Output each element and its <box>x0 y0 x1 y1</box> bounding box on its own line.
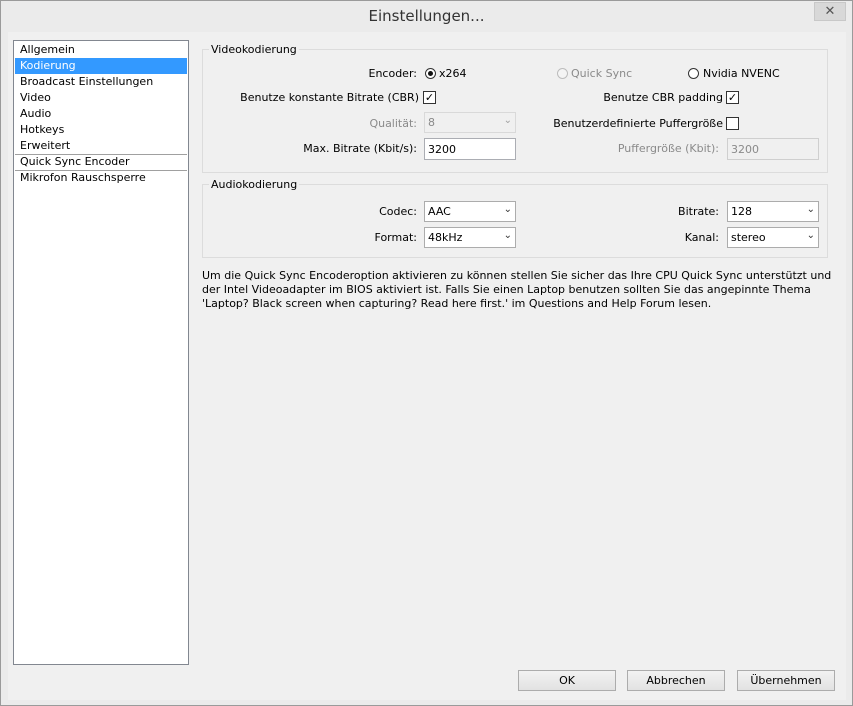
close-icon: ✕ <box>824 4 836 19</box>
buffer-size-input[interactable] <box>727 138 819 160</box>
custom-buffer-label: Benutzerdefinierte Puffergröße <box>553 117 723 130</box>
encoder-nvenc-radio[interactable] <box>688 68 699 79</box>
chevron-down-icon: ⌄ <box>806 230 815 241</box>
settings-category-list[interactable]: Allgemein Kodierung Broadcast Einstellun… <box>13 40 189 665</box>
chevron-down-icon: ⌄ <box>806 204 815 215</box>
title-bar[interactable]: Einstellungen... ✕ <box>1 1 852 32</box>
encoder-label: Encoder: <box>368 67 418 80</box>
audio-bitrate-label: Bitrate: <box>678 205 719 218</box>
sidebar-item-video[interactable]: Video <box>15 90 187 106</box>
settings-window: Einstellungen... ✕ Allgemein Kodierung B… <box>0 0 853 706</box>
sidebar-item-kodierung[interactable]: Kodierung <box>15 58 187 74</box>
video-group-title: Videokodierung <box>209 43 299 56</box>
sidebar-item-mikrofon-rauschsperre[interactable]: Mikrofon Rauschsperre <box>15 170 187 186</box>
chevron-down-icon: ⌄ <box>503 115 512 126</box>
audio-group-title: Audiokodierung <box>209 178 300 191</box>
quality-value: 8 <box>428 116 435 129</box>
sidebar-item-quick-sync-encoder[interactable]: Quick Sync Encoder <box>15 154 187 170</box>
checkmark-icon: ✓ <box>727 91 738 104</box>
quality-dropdown[interactable]: 8 ⌄ <box>424 112 516 133</box>
audio-bitrate-dropdown[interactable]: 128 ⌄ <box>727 201 819 222</box>
sidebar-item-broadcast[interactable]: Broadcast Einstellungen <box>15 74 187 90</box>
chevron-down-icon: ⌄ <box>503 230 512 241</box>
codec-label: Codec: <box>379 205 417 218</box>
codec-dropdown[interactable]: AAC ⌄ <box>424 201 516 222</box>
audio-bitrate-value: 128 <box>731 205 752 218</box>
dialog-body: Allgemein Kodierung Broadcast Einstellun… <box>8 32 846 700</box>
max-bitrate-label: Max. Bitrate (Kbit/s): <box>303 142 417 155</box>
sidebar-item-audio[interactable]: Audio <box>15 106 187 122</box>
channel-value: stereo <box>731 231 766 244</box>
ok-button[interactable]: OK <box>518 670 616 691</box>
cbr-label: Benutze konstante Bitrate (CBR) <box>240 91 419 104</box>
max-bitrate-field[interactable] <box>425 139 515 159</box>
format-dropdown[interactable]: 48kHz ⌄ <box>424 227 516 248</box>
sidebar-item-allgemein[interactable]: Allgemein <box>15 42 187 58</box>
quality-label: Qualität: <box>369 117 417 130</box>
format-label: Format: <box>374 231 417 244</box>
encoder-x264-label[interactable]: x264 <box>439 67 467 80</box>
encoder-quicksync-radio[interactable] <box>557 68 568 79</box>
chevron-down-icon: ⌄ <box>503 204 512 215</box>
encoder-quicksync-label[interactable]: Quick Sync <box>571 67 632 80</box>
sidebar-item-hotkeys[interactable]: Hotkeys <box>15 122 187 138</box>
close-button[interactable]: ✕ <box>814 2 846 21</box>
checkmark-icon: ✓ <box>424 91 435 104</box>
encoder-x264-radio[interactable] <box>425 68 436 79</box>
sidebar-item-erweitert[interactable]: Erweitert <box>15 138 187 154</box>
format-value: 48kHz <box>428 231 463 244</box>
channel-dropdown[interactable]: stereo ⌄ <box>727 227 819 248</box>
encoder-nvenc-label[interactable]: Nvidia NVENC <box>703 67 780 80</box>
quick-sync-info-text: Um die Quick Sync Encoderoption aktivier… <box>202 269 832 310</box>
cbr-padding-label: Benutze CBR padding <box>603 91 723 104</box>
apply-button[interactable]: Übernehmen <box>737 670 835 691</box>
cbr-padding-checkbox[interactable]: ✓ <box>726 91 739 104</box>
cbr-checkbox[interactable]: ✓ <box>423 91 436 104</box>
codec-value: AAC <box>428 205 451 218</box>
max-bitrate-input[interactable] <box>424 138 516 160</box>
cancel-button[interactable]: Abbrechen <box>627 670 725 691</box>
buffer-size-label: Puffergröße (Kbit): <box>617 142 719 155</box>
custom-buffer-checkbox[interactable] <box>726 117 739 130</box>
buffer-size-field[interactable] <box>728 139 818 159</box>
channel-label: Kanal: <box>684 231 719 244</box>
window-title: Einstellungen... <box>368 7 485 25</box>
